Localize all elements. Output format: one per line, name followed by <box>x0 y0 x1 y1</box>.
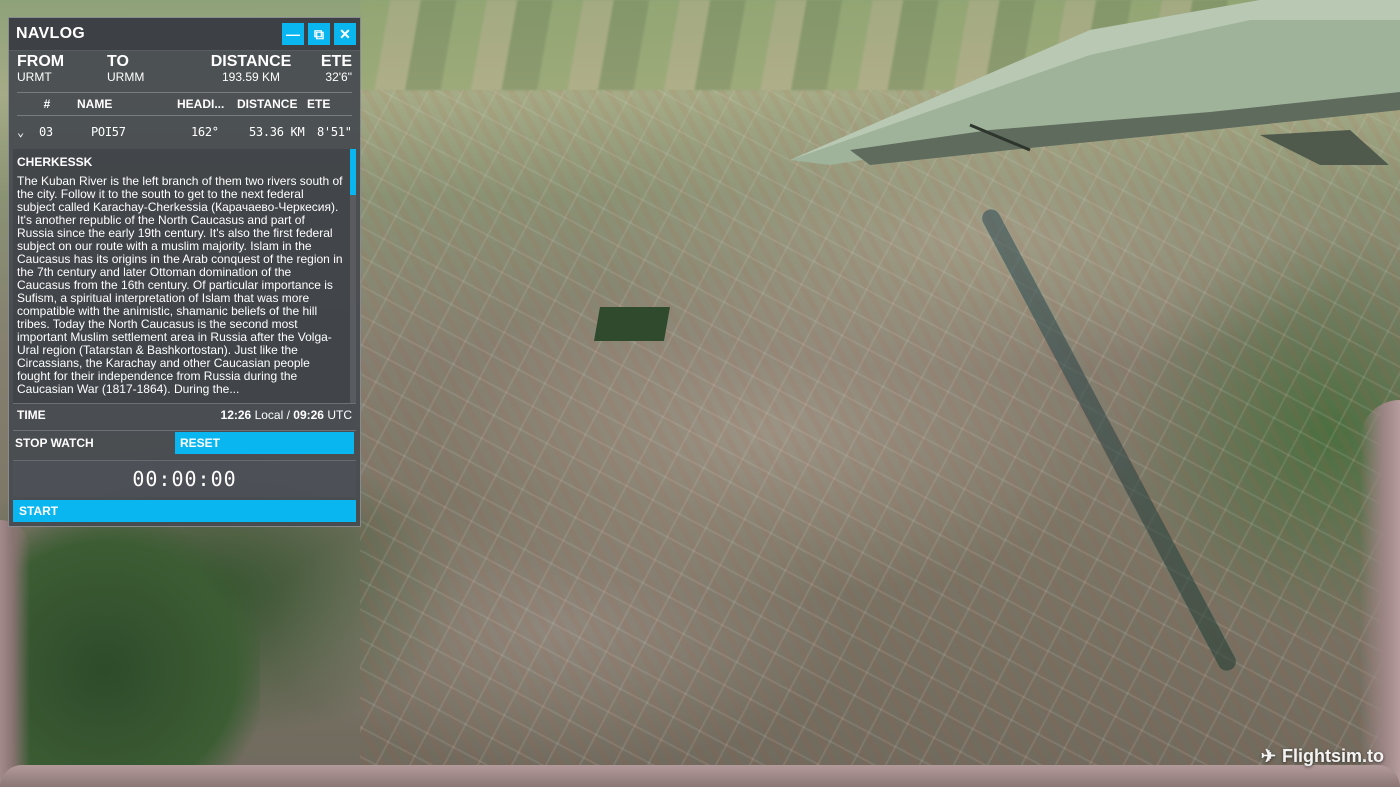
distance-column: DISTANCE 193.59 KM <box>187 54 315 88</box>
to-label: TO <box>107 53 129 70</box>
from-label: FROM <box>17 53 65 70</box>
minimize-icon: — <box>286 26 300 42</box>
distance-label: DISTANCE <box>210 53 292 70</box>
route-summary: FROM URMT TO URMM DISTANCE 193.59 KM ETE… <box>9 51 360 88</box>
time-label: TIME <box>17 408 46 422</box>
close-button[interactable]: ✕ <box>334 23 356 45</box>
utc-suffix: UTC <box>327 408 352 422</box>
distance-value: 193.59 KM <box>221 70 281 84</box>
forest <box>0 520 260 787</box>
description-scrollbar[interactable] <box>350 149 356 403</box>
scrollbar-thumb[interactable] <box>350 149 356 195</box>
from-value: URMT <box>17 70 52 84</box>
start-button[interactable]: START <box>13 500 356 522</box>
city-grid <box>360 90 1400 787</box>
to-column: TO URMM <box>107 54 187 88</box>
waypoint-description[interactable]: CHERKESSK The Kuban River is the left br… <box>13 149 356 403</box>
window-frame-right <box>1360 400 1400 787</box>
reset-button[interactable]: RESET <box>175 432 354 454</box>
waypoint-row[interactable]: ⌄ 03 POI57 162° 53.36 KM 8'51" <box>17 120 352 144</box>
popout-button[interactable]: ⧉ <box>308 23 330 45</box>
waypoint-name: POI57 <box>91 125 126 139</box>
time-value: 12:26 Local / 09:26 UTC <box>221 408 356 422</box>
window-frame-left <box>0 520 30 787</box>
ete-label: ETE <box>320 53 352 70</box>
local-time: 12:26 <box>220 408 252 422</box>
utc-time: 09:26 <box>293 408 324 422</box>
header-number: # <box>43 97 51 111</box>
from-column: FROM URMT <box>17 54 107 88</box>
header-name: NAME <box>77 97 113 111</box>
stopwatch-row: STOP WATCH RESET <box>13 430 356 455</box>
description-text: The Kuban River is the left branch of th… <box>17 174 343 396</box>
time-row: TIME 12:26 Local / 09:26 UTC <box>13 403 356 426</box>
watermark-text: Flightsim.to <box>1282 746 1384 766</box>
minimize-button[interactable]: — <box>282 23 304 45</box>
header-heading: HEADI... <box>177 97 225 111</box>
close-icon: ✕ <box>339 25 351 42</box>
description-title: CHERKESSK <box>17 155 93 169</box>
waypoint-ete: 8'51" <box>317 125 352 139</box>
ete-column: ETE 32'6" <box>315 54 352 88</box>
header-ete: ETE <box>307 97 331 111</box>
waypoint-heading: 162° <box>191 125 219 139</box>
chevron-down-icon[interactable]: ⌄ <box>17 125 39 139</box>
navlog-panel: NAVLOG — ⧉ ✕ FROM URMT TO URMM DISTANCE … <box>8 17 361 527</box>
ete-value: 32'6" <box>325 70 352 84</box>
stopwatch-display: 00:00:00 <box>13 460 356 497</box>
window-frame-bottom <box>0 765 1400 787</box>
city-park <box>594 307 670 341</box>
start-label: START <box>19 504 59 518</box>
stopwatch-label: STOP WATCH <box>15 436 94 450</box>
header-distance: DISTANCE <box>237 97 298 111</box>
waypoint-number: 03 <box>39 125 53 139</box>
panel-title: NAVLOG <box>16 25 86 42</box>
watermark: ✈ Flightsim.to <box>1261 746 1384 767</box>
waypoint-table-header: # NAME HEADI... DISTANCE ETE <box>17 92 352 116</box>
to-value: URMM <box>107 70 145 84</box>
local-suffix: Local / <box>254 408 290 422</box>
plane-icon: ✈ <box>1260 746 1276 766</box>
aircraft-wing <box>790 0 1400 165</box>
popout-icon: ⧉ <box>314 25 324 42</box>
reset-label: RESET <box>180 436 221 450</box>
navlog-titlebar[interactable]: NAVLOG — ⧉ ✕ <box>9 18 360 51</box>
waypoint-distance: 53.36 KM <box>249 125 305 139</box>
